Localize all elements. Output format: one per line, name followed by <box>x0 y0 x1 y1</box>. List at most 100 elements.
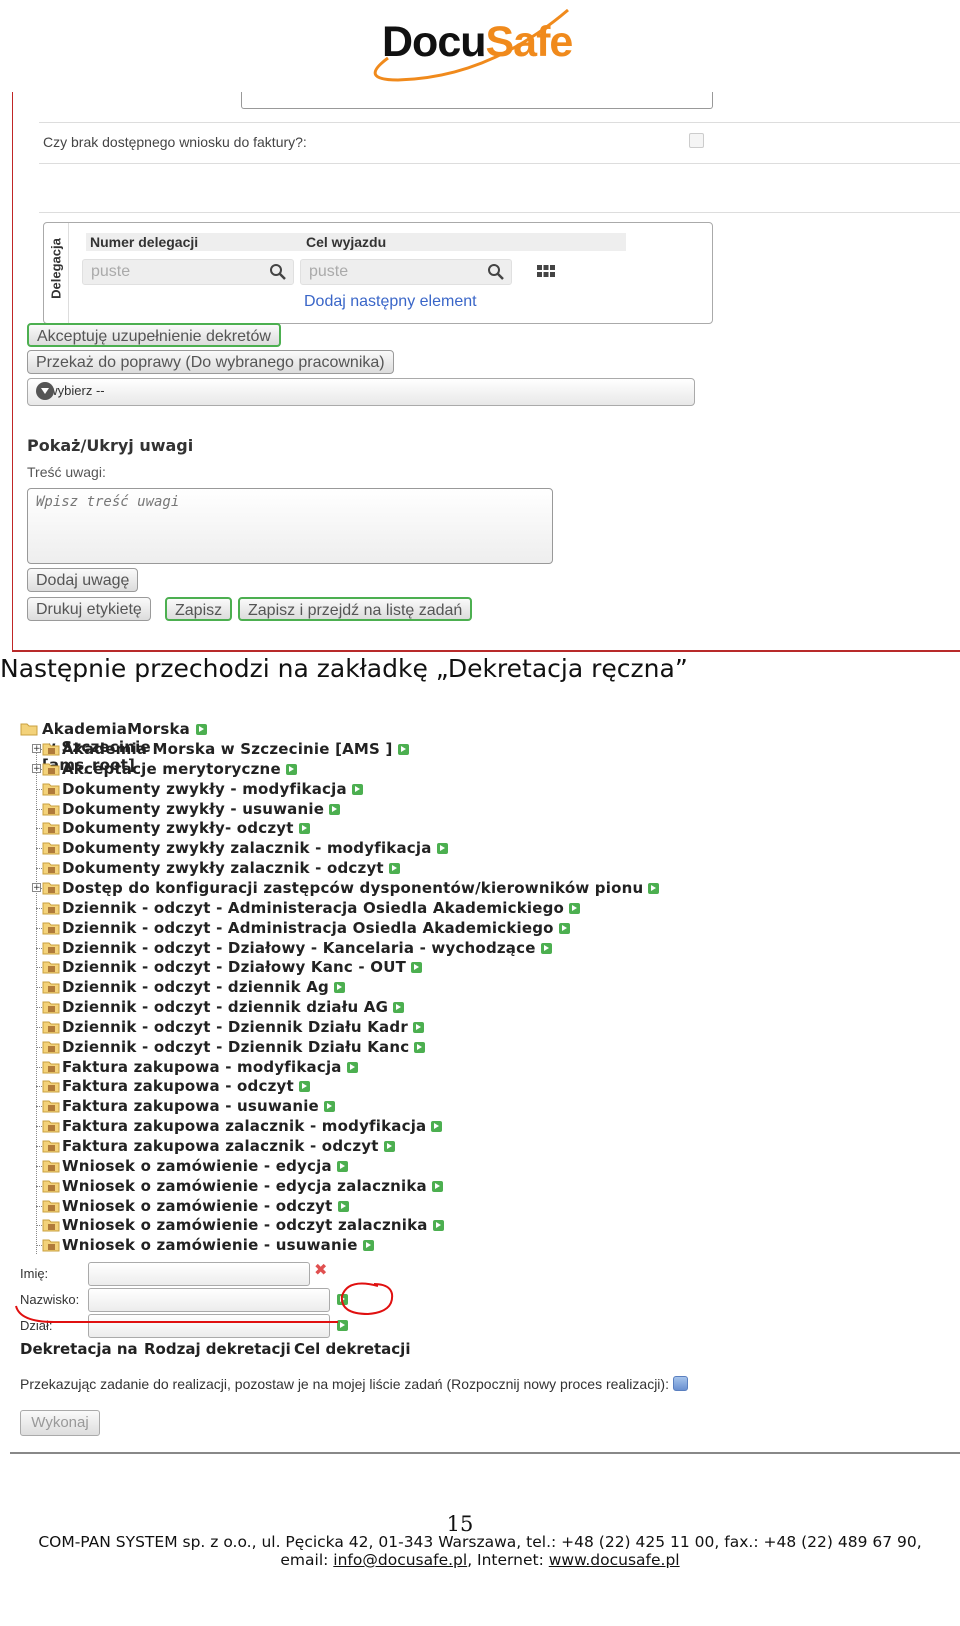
expand-icon[interactable]: + <box>32 763 41 773</box>
tree-item-label: Dokumenty zwykły - usuwanie <box>62 799 325 818</box>
empty-row <box>39 162 960 213</box>
keep-task-label: Przekazując zadanie do realizacji, pozos… <box>20 1376 669 1392</box>
tree-item-label: Dokumenty zwykły- odczyt <box>62 819 294 838</box>
play-icon[interactable] <box>324 1101 335 1113</box>
tree-item-label: Dziennik - odczyt - Dziennik Działu Kadr <box>62 1017 408 1036</box>
footer-email-link[interactable]: info@docusafe.pl <box>333 1551 467 1569</box>
play-icon[interactable] <box>363 1240 374 1252</box>
add-note-button[interactable]: Dodaj uwagę <box>27 568 139 592</box>
delegation-purpose-input[interactable]: puste <box>300 259 512 285</box>
keep-task-checkbox[interactable] <box>672 1376 688 1391</box>
folder-icon <box>42 981 60 994</box>
tree-item-label: Wniosek o zamówienie - odczyt <box>62 1196 333 1215</box>
tree-item-label: Dokumenty zwykły zalacznik - odczyt <box>62 859 384 878</box>
tree-item-label: Dziennik - odczyt - Działowy - Kancelari… <box>62 938 536 957</box>
execute-button[interactable]: Wykonaj <box>20 1410 100 1436</box>
name-input[interactable] <box>88 1262 310 1286</box>
play-icon[interactable] <box>329 803 340 815</box>
caption-text: Następnie przechodzi na zakładkę „Dekret… <box>0 654 688 683</box>
tree-item-label: Faktura zakupowa - modyfikacja <box>62 1057 342 1076</box>
keep-task-row: Przekazując zadanie do realizacji, pozos… <box>20 1376 688 1392</box>
note-textarea[interactable]: Wpisz treść uwagi <box>27 488 553 564</box>
close-icon[interactable]: ✖ <box>314 1260 327 1279</box>
folder-icon <box>42 961 60 974</box>
play-icon[interactable] <box>413 1021 424 1033</box>
play-icon[interactable] <box>196 724 207 735</box>
play-icon[interactable] <box>433 1220 444 1232</box>
grid-icon[interactable] <box>536 263 556 279</box>
note-content-label: Treść uwagi: <box>27 464 106 480</box>
play-icon[interactable] <box>411 962 422 974</box>
manual-decree-panel: AkademiaMorska w Szczecinie [ams_root] +… <box>10 712 960 1454</box>
col-decree-goal: Cel dekretacji <box>294 1340 411 1358</box>
chevron-down-icon[interactable] <box>36 382 54 400</box>
tree-item-label: Dziennik - odczyt - dziennik Ag <box>62 978 329 997</box>
invoice-question-checkbox[interactable] <box>689 133 704 148</box>
footer-website-link[interactable]: www.docusafe.pl <box>549 1551 680 1569</box>
tree-item-label: Dziennik - odczyt - dziennik działu AG <box>62 998 389 1017</box>
folder-icon <box>42 842 60 855</box>
tree-item-label: Faktura zakupowa - odczyt <box>62 1077 294 1096</box>
play-icon[interactable] <box>337 1160 348 1172</box>
tree-item-label: Faktura zakupowa zalacznik - modyfikacja <box>62 1117 427 1136</box>
search-icon[interactable] <box>269 263 287 281</box>
folder-icon <box>42 763 60 776</box>
play-icon[interactable] <box>299 823 310 835</box>
folder-icon <box>42 902 60 915</box>
tree-item-label: Dziennik - odczyt - Dziennik Działu Kanc <box>62 1037 410 1056</box>
delegation-header: Numer delegacji Cel wyjazdu <box>86 233 626 251</box>
play-icon[interactable] <box>414 1041 425 1053</box>
folder-icon <box>42 1160 60 1173</box>
employee-select[interactable]: -- wybierz -- <box>27 378 695 406</box>
col-purpose-header: Cel wyjazdu <box>306 234 387 250</box>
save-button[interactable]: Zapisz <box>165 597 233 621</box>
play-icon[interactable] <box>432 1180 443 1192</box>
play-icon[interactable] <box>431 1121 442 1133</box>
col-decree-type: Rodzaj dekretacji <box>144 1340 291 1358</box>
save-and-go-button[interactable]: Zapisz i przejdź na listę zadań <box>238 597 473 621</box>
invoice-question-label: Czy brak dostępnego wniosku do faktury?: <box>43 134 307 150</box>
folder-icon <box>42 1200 60 1213</box>
tree-item-label: Dostęp do konfiguracji zastępców dyspone… <box>62 878 644 897</box>
folder-icon <box>42 1219 60 1232</box>
play-icon[interactable] <box>347 1061 358 1073</box>
play-icon[interactable] <box>569 902 580 914</box>
play-icon[interactable] <box>398 744 409 755</box>
invoice-form-panel: Czy brak dostępnego wniosku do faktury?:… <box>12 92 960 652</box>
play-icon[interactable] <box>393 1002 404 1014</box>
expand-icon[interactable]: + <box>32 744 41 754</box>
play-icon[interactable] <box>384 1141 395 1152</box>
accept-decrees-button[interactable]: Akceptuję uzupełnienie dekretów <box>27 323 281 347</box>
search-icon[interactable] <box>487 263 505 281</box>
folder-icon <box>42 882 60 895</box>
play-icon[interactable] <box>437 843 448 855</box>
tree-item-label: Faktura zakupowa - usuwanie <box>62 1097 319 1116</box>
play-icon[interactable] <box>559 922 570 934</box>
textarea-bottom[interactable] <box>241 92 713 109</box>
play-icon[interactable] <box>352 783 363 795</box>
return-for-correction-button[interactable]: Przekaż do poprawy (Do wybranego pracown… <box>27 350 394 374</box>
expand-icon[interactable]: + <box>32 882 41 892</box>
folder-icon <box>42 822 60 835</box>
tree-item-label: Dokumenty zwykły zalacznik - modyfikacja <box>62 839 432 858</box>
add-next-element-link[interactable]: Dodaj następny element <box>304 293 477 311</box>
toggle-notes-link[interactable]: Pokaż/Ukryj uwagi <box>27 436 193 455</box>
delegation-side-label: Delegacja <box>44 223 69 323</box>
play-icon[interactable] <box>389 863 400 875</box>
print-label-button[interactable]: Drukuj etykietę <box>27 597 151 621</box>
logo-text-docu: Docu <box>382 18 486 66</box>
red-circle-mark <box>340 1282 394 1316</box>
play-icon[interactable] <box>299 1081 310 1093</box>
footer-contact: email: info@docusafe.pl, Internet: www.d… <box>280 1551 680 1569</box>
delegation-number-input[interactable]: puste <box>82 259 294 285</box>
col-number-header: Numer delegacji <box>90 234 199 250</box>
play-icon[interactable] <box>338 1200 349 1212</box>
play-icon[interactable] <box>334 982 345 994</box>
folder-icon <box>42 1140 60 1153</box>
folder-icon <box>42 1120 60 1133</box>
play-icon[interactable] <box>541 942 552 954</box>
folder-icon <box>42 922 60 935</box>
play-icon[interactable] <box>286 763 297 775</box>
play-icon[interactable] <box>648 882 659 894</box>
tree-item-label: Akceptacje merytoryczne <box>62 759 281 778</box>
